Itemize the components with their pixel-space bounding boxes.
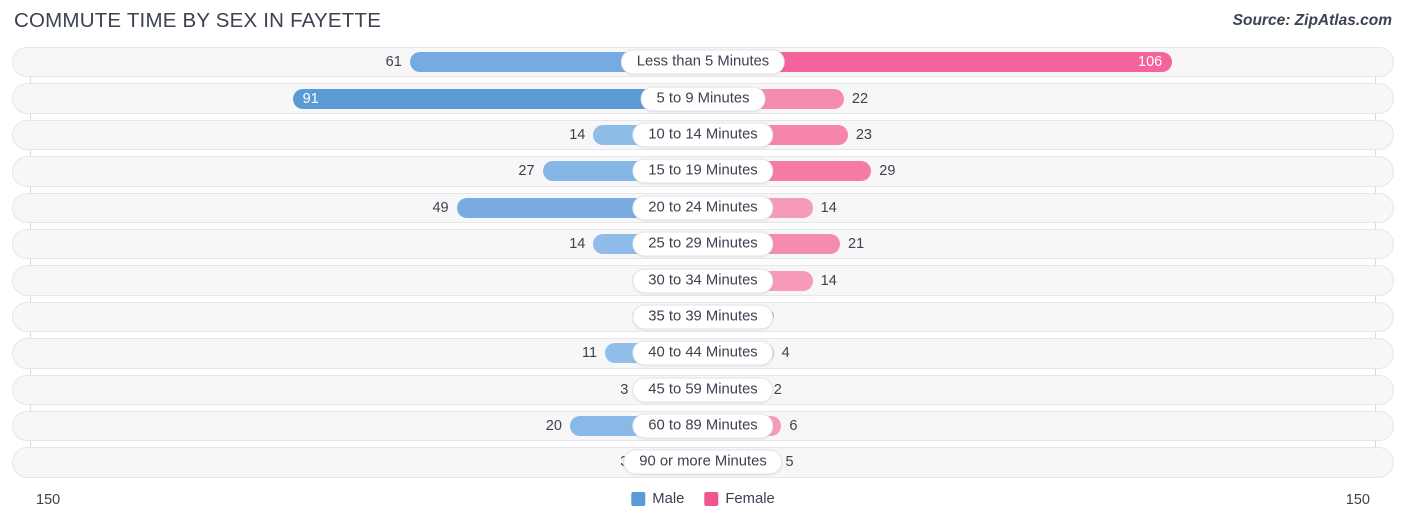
- category-label-pill: 30 to 34 Minutes: [632, 268, 774, 294]
- male-value-label: 61: [385, 53, 402, 70]
- bar-row: 49 14 20 to 24 Minutes: [0, 190, 1406, 226]
- female-value-label: 29: [879, 163, 896, 180]
- male-value-label: 14: [569, 235, 586, 252]
- female-value-label: 23: [855, 126, 872, 143]
- legend-item[interactable]: Female: [704, 491, 775, 507]
- male-value-label: 11: [581, 345, 598, 362]
- bar-row: 3 2 45 to 59 Minutes: [0, 372, 1406, 408]
- male-value-label: 3: [620, 381, 629, 398]
- female-value-label: 6: [789, 417, 798, 434]
- bar-row: 11 4 40 to 44 Minutes: [0, 335, 1406, 371]
- bar-row: 61 106 Less than 5 Minutes: [0, 44, 1406, 80]
- legend-label: Female: [725, 491, 775, 507]
- bar-row: 01430 to 34 Minutes: [0, 262, 1406, 298]
- axis-max-right: 150: [1345, 492, 1370, 508]
- bar-row: 91 22 5 to 9 Minutes: [0, 80, 1406, 116]
- bar-row: 0035 to 39 Minutes: [0, 299, 1406, 335]
- bar-row: 3590 or more Minutes: [0, 444, 1406, 480]
- bar-row: 14 21 25 to 29 Minutes: [0, 226, 1406, 262]
- category-label-pill: 60 to 89 Minutes: [632, 413, 774, 439]
- bar-rows: 61 106 Less than 5 Minutes 91 22 5 to 9 Minut…: [0, 44, 1406, 481]
- female-value-label: 4: [781, 345, 790, 362]
- female-value-label: 14: [820, 272, 837, 289]
- category-label-pill: 35 to 39 Minutes: [632, 304, 774, 330]
- legend-item[interactable]: Male: [631, 491, 684, 507]
- male-value-label: 14: [569, 126, 586, 143]
- legend-swatch-icon: [631, 492, 646, 506]
- category-label-pill: 10 to 14 Minutes: [632, 122, 774, 148]
- bar-row: 20 6 60 to 89 Minutes: [0, 408, 1406, 444]
- category-label-pill: Less than 5 Minutes: [620, 49, 786, 75]
- female-value-label: 21: [848, 235, 865, 252]
- legend-swatch-icon: [704, 492, 719, 506]
- category-label-pill: 5 to 9 Minutes: [640, 86, 766, 112]
- male-value-label: 91: [302, 90, 319, 107]
- category-label-pill: 40 to 44 Minutes: [632, 340, 774, 366]
- chart-header: COMMUTE TIME BY SEX IN FAYETTE Source: Z…: [0, 0, 1406, 44]
- axis-max-left: 150: [36, 492, 61, 508]
- commute-time-chart: COMMUTE TIME BY SEX IN FAYETTE Source: Z…: [0, 0, 1406, 523]
- male-value-label: 27: [518, 163, 535, 180]
- category-label-pill: 90 or more Minutes: [623, 449, 783, 475]
- chart-legend: Male Female: [631, 491, 775, 507]
- female-value-label: 5: [785, 454, 794, 471]
- category-label-pill: 20 to 24 Minutes: [632, 195, 774, 221]
- female-value-label: 106: [1138, 53, 1163, 70]
- page-title: COMMUTE TIME BY SEX IN FAYETTE: [14, 9, 382, 32]
- male-value-label: 49: [432, 199, 449, 216]
- source-attribution: Source: ZipAtlas.com: [1232, 12, 1392, 29]
- bar-row: 27 29 15 to 19 Minutes: [0, 153, 1406, 189]
- female-value-label: 2: [773, 381, 782, 398]
- category-label-pill: 45 to 59 Minutes: [632, 377, 774, 403]
- category-label-pill: 25 to 29 Minutes: [632, 231, 774, 257]
- category-label-pill: 15 to 19 Minutes: [632, 158, 774, 184]
- bar-row: 14 23 10 to 14 Minutes: [0, 117, 1406, 153]
- female-value-label: 14: [820, 199, 837, 216]
- chart-footer: 150 150 Male Female: [0, 484, 1406, 523]
- male-value-label: 20: [545, 417, 562, 434]
- legend-label: Male: [652, 491, 685, 507]
- plot-area: 61 106 Less than 5 Minutes 91 22 5 to 9 Minut…: [0, 44, 1406, 484]
- female-value-label: 22: [851, 90, 869, 107]
